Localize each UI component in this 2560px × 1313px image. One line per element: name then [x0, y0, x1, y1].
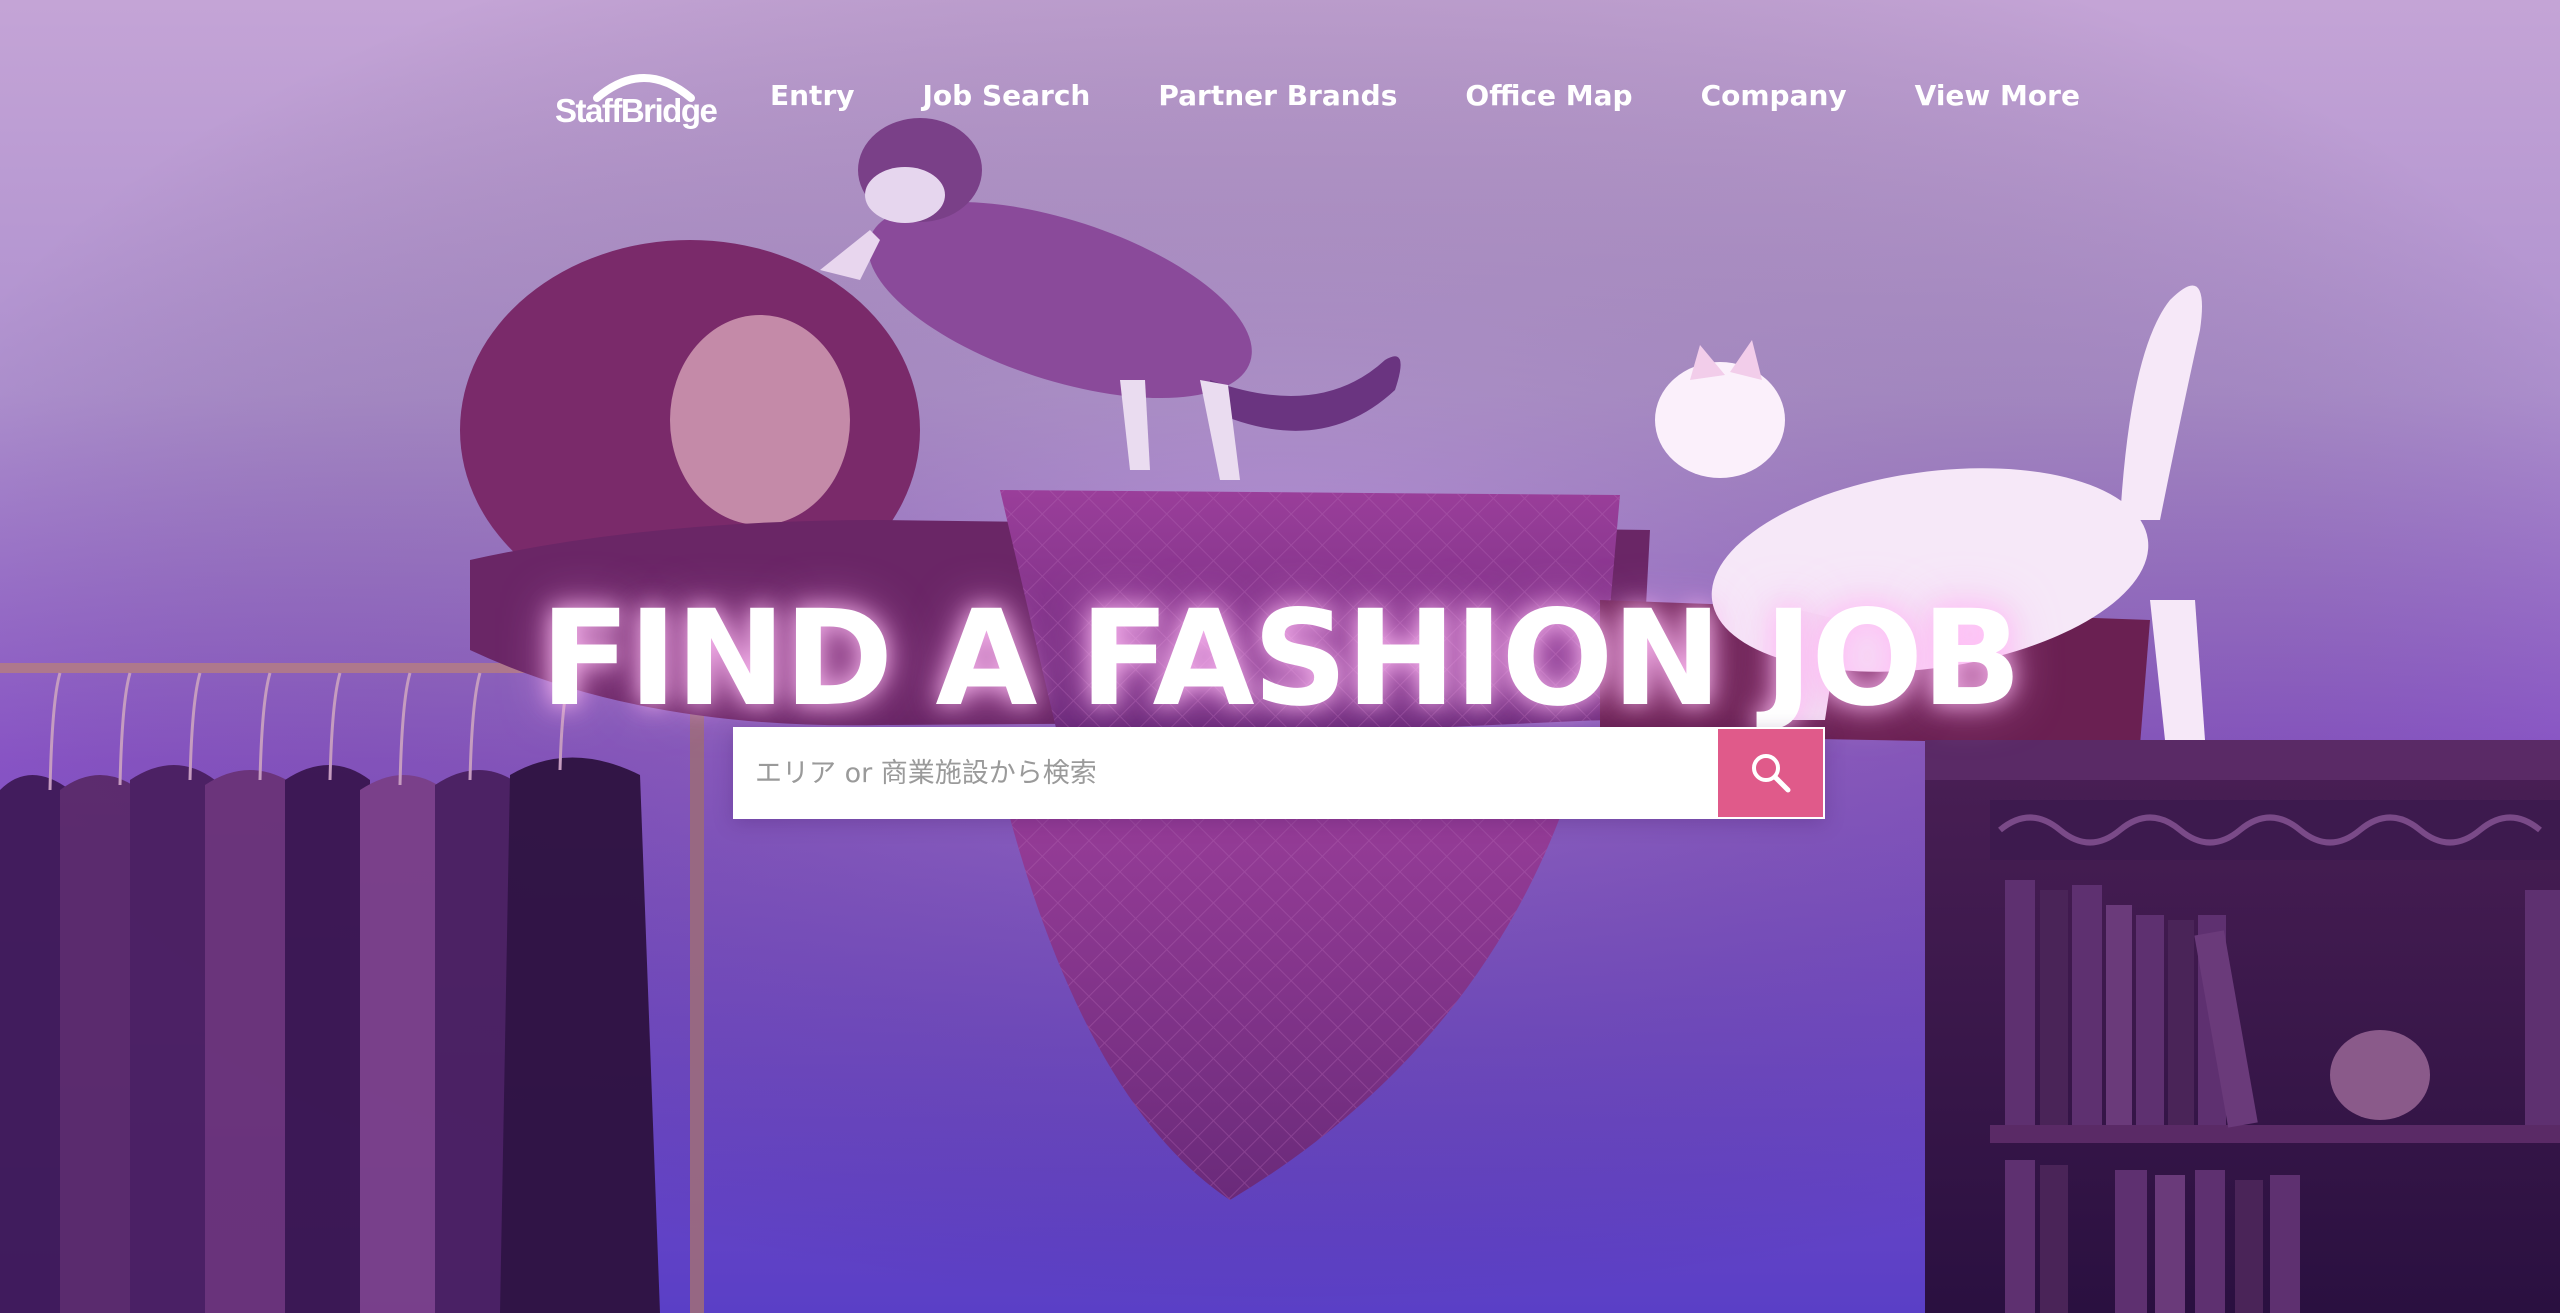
search-input[interactable] [733, 727, 1716, 819]
nav-item-view-more[interactable]: View More [1915, 79, 2080, 112]
nav-item-job-search[interactable]: Job Search [923, 79, 1091, 112]
hero-section: StaffBridge Entry Job Search Partner Bra… [0, 0, 2560, 1313]
bookshelf [1925, 740, 2560, 1313]
hero-title: FIND A FASHION JOB [540, 582, 2022, 737]
nav-item-office-map[interactable]: Office Map [1465, 79, 1632, 112]
nav-item-company[interactable]: Company [1701, 79, 1847, 112]
search-button[interactable] [1716, 727, 1825, 819]
site-header: StaffBridge Entry Job Search Partner Bra… [555, 60, 2080, 130]
nav-item-partner-brands[interactable]: Partner Brands [1158, 79, 1397, 112]
main-nav: Entry Job Search Partner Brands Office M… [770, 79, 2080, 112]
job-search-form [733, 727, 1825, 819]
nav-item-entry[interactable]: Entry [770, 79, 855, 112]
search-icon [1751, 754, 1790, 793]
brand-name: StaffBridge [555, 92, 718, 129]
brand-logo[interactable]: StaffBridge [555, 60, 720, 130]
